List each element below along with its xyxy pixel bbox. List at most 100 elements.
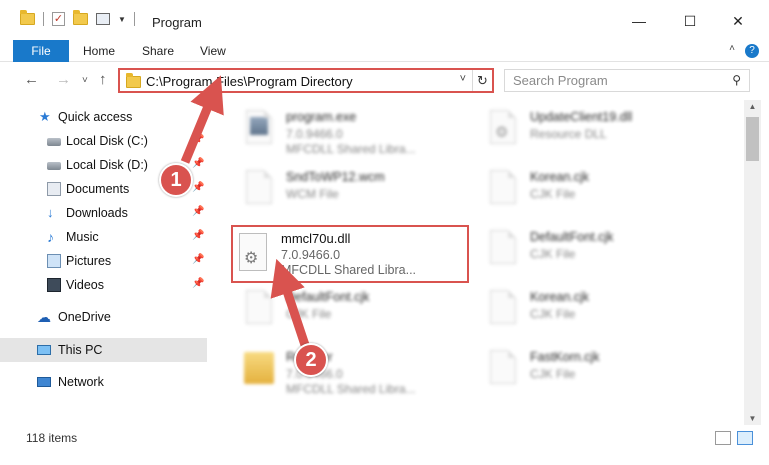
close-button[interactable]: ✕ (716, 6, 760, 36)
back-button[interactable]: ← (24, 71, 39, 88)
address-path[interactable]: C:\Program Files\Program Directory (146, 74, 353, 89)
pin-icon: 📌 (192, 230, 205, 241)
sidebar-item-network[interactable]: Network (0, 370, 207, 394)
file-description: MFCDLL Shared Libra... (286, 142, 416, 156)
sidebar-item-downloads[interactable]: ↓ Downloads 📌 (0, 201, 207, 225)
network-icon (37, 377, 51, 387)
pin-icon: 📌 (192, 158, 205, 169)
cloud-icon: ☁ (37, 309, 51, 325)
sidebar-item-pictures[interactable]: Pictures 📌 (0, 249, 207, 273)
navigation-pane: ★ Quick access Local Disk (C:) 📌 Local D… (0, 100, 207, 425)
folder-icon (126, 73, 141, 88)
file-item[interactable]: program.exe 7.0.9466.0 MFCDLL Shared Lib… (220, 104, 470, 162)
help-icon[interactable]: ? (745, 44, 759, 58)
download-icon: ↓ (47, 205, 54, 220)
videos-icon (47, 278, 61, 292)
details-view-icon[interactable] (715, 431, 731, 445)
file-icon (490, 290, 516, 324)
scroll-thumb[interactable] (746, 117, 759, 161)
scroll-up-icon[interactable]: ▲ (744, 102, 761, 111)
search-icon[interactable]: ⚲ (732, 73, 741, 87)
sidebar-item-label: Downloads (66, 206, 128, 220)
collapse-ribbon-icon[interactable]: ˄ (729, 43, 735, 54)
forward-button[interactable]: → (56, 71, 71, 88)
file-version: WCM File (286, 187, 339, 201)
folder-icon[interactable] (20, 10, 35, 25)
file-item[interactable]: ⚙ UpdateClient19.dll Resource DLL (464, 104, 714, 162)
sidebar-item-videos[interactable]: Videos 📌 (0, 273, 207, 297)
file-name: SndToWP12.wcm (286, 170, 385, 184)
toolbar-separator (133, 12, 135, 26)
pictures-icon (47, 254, 61, 268)
file-version: CJK File (530, 367, 576, 381)
file-name: DefaultFont.cjk (530, 230, 614, 244)
dll-file-icon: ⚙ (239, 233, 267, 271)
tiles-view-icon[interactable] (737, 431, 753, 445)
properties-check-icon[interactable]: ✓ (52, 12, 65, 26)
search-box[interactable]: ⚲ (504, 69, 750, 92)
dll-file-icon: ⚙ (490, 110, 516, 144)
recent-locations-button[interactable]: ˅ (82, 75, 88, 86)
sidebar-item-this-pc[interactable]: This PC (0, 338, 207, 362)
file-item[interactable]: FastKorn.cjk CJK File (464, 344, 714, 402)
sidebar-item-label: Quick access (58, 110, 133, 124)
file-version: 7.0.9466.0 (281, 248, 341, 262)
scroll-down-icon[interactable]: ▼ (744, 414, 761, 423)
minimize-button[interactable]: — (617, 6, 661, 36)
maximize-button[interactable]: ☐ (668, 6, 712, 36)
pin-icon: 📌 (192, 206, 205, 217)
file-item[interactable]: DefaultFont.cjk CJK File (464, 224, 714, 282)
music-icon: ♪ (47, 229, 54, 245)
file-name: program.exe (286, 110, 357, 124)
toolbar-separator (43, 12, 44, 26)
file-name: Korean.cjk (530, 170, 590, 184)
address-dropdown-icon[interactable]: ˅ (460, 73, 466, 85)
file-item[interactable]: Korean.cjk CJK File (464, 164, 714, 222)
sidebar-item-onedrive[interactable]: ☁ OneDrive (0, 305, 207, 329)
sidebar-item-quick-access[interactable]: ★ Quick access (0, 105, 207, 129)
file-item[interactable]: DefaultFont.cjk CJK File (220, 284, 470, 342)
up-button[interactable]: ↑ (99, 71, 107, 88)
tab-file[interactable]: File (13, 40, 69, 62)
quick-access-toolbar: ✓ ▼ (20, 10, 135, 26)
toolbar-dropdown-icon[interactable]: ▼ (118, 15, 126, 24)
sidebar-item-label: OneDrive (58, 310, 111, 324)
sidebar-item-label: Videos (66, 278, 104, 292)
vertical-scrollbar[interactable]: ▲ ▼ (744, 100, 761, 425)
customize-toolbar-icon[interactable] (96, 13, 110, 25)
file-version: CJK File (530, 307, 576, 321)
drive-icon (47, 162, 61, 170)
file-icon (490, 170, 516, 204)
refresh-button[interactable]: ↻ (472, 70, 492, 91)
pin-icon: 📌 (192, 254, 205, 265)
pc-icon (37, 345, 51, 355)
file-icon (246, 170, 272, 204)
tab-home[interactable]: Home (83, 40, 115, 62)
file-item[interactable]: SndToWP12.wcm WCM File (220, 164, 470, 222)
ribbon-tabs: File Home Share View ˄ ? (0, 40, 769, 62)
sidebar-item-label: Music (66, 230, 99, 244)
file-name: FastKorn.cjk (530, 350, 600, 364)
sidebar-item-local-disk-c[interactable]: Local Disk (C:) 📌 (0, 129, 207, 153)
sidebar-item-label: Local Disk (D:) (66, 158, 148, 172)
sidebar-item-music[interactable]: ♪ Music 📌 (0, 225, 207, 249)
new-folder-icon[interactable] (73, 10, 88, 25)
address-bar[interactable]: C:\Program Files\Program Directory ˅ ↻ (118, 68, 494, 93)
file-item[interactable]: Korean.cjk CJK File (464, 284, 714, 342)
folder-icon (244, 352, 274, 384)
window-title: Program (152, 15, 202, 30)
file-name: Korean.cjk (530, 290, 590, 304)
file-item[interactable]: Register 7.0.9466.0 MFCDLL Shared Libra.… (220, 344, 470, 402)
drive-icon (47, 138, 61, 146)
file-icon (490, 350, 516, 384)
title-bar: ✓ ▼ Program — ☐ ✕ (0, 0, 769, 40)
tab-view[interactable]: View (200, 40, 226, 62)
file-version: CJK File (530, 247, 576, 261)
file-name: DefaultFont.cjk (286, 290, 370, 304)
pin-icon: 📌 (192, 278, 205, 289)
step-marker-2: 2 (294, 343, 328, 377)
highlighted-file-item[interactable]: ⚙ mmcl70u.dll 7.0.9466.0 MFCDLL Shared L… (231, 225, 469, 283)
tab-share[interactable]: Share (142, 40, 174, 62)
search-input[interactable] (505, 70, 725, 91)
status-bar: 118 items (0, 425, 769, 465)
